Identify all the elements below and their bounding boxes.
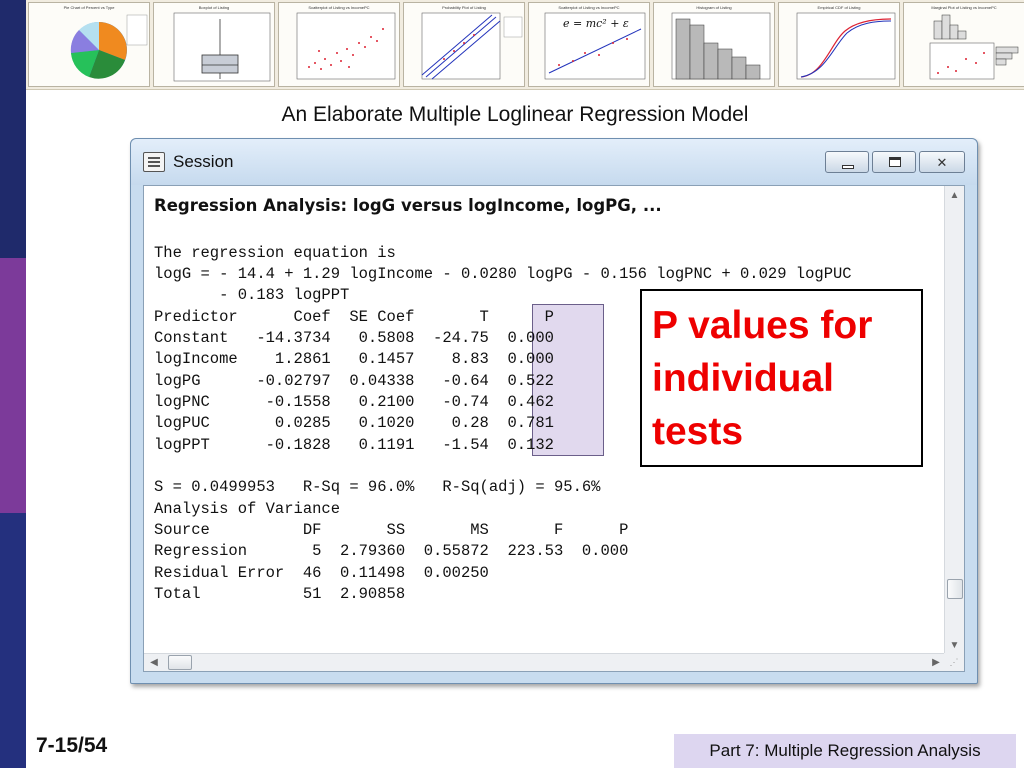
anova-title: Analysis of Variance bbox=[154, 500, 341, 518]
equation-line: logG = - 14.4 + 1.29 logIncome - 0.0280 … bbox=[154, 265, 852, 283]
scatter-icon bbox=[296, 12, 396, 80]
thumbnail-scatter-formula: Scatterplot of Listing vs IncomePC e = m… bbox=[528, 2, 650, 87]
fit-statistics: S = 0.0499953 R-Sq = 96.0% R-Sq(adj) = 9… bbox=[154, 478, 601, 496]
scatter-line-icon bbox=[544, 12, 646, 80]
table-row: Residual Error 46 0.11498 0.00250 bbox=[154, 564, 489, 582]
resize-grip-icon[interactable]: ⋰ bbox=[944, 653, 964, 671]
probability-plot-icon bbox=[421, 12, 523, 80]
table-row: logPPT -0.1828 0.1191 -1.54 0.132 bbox=[154, 436, 554, 454]
anova-header: Source DF SS MS F P bbox=[154, 521, 629, 539]
table-row: Constant -14.3734 0.5808 -24.75 0.000 bbox=[154, 329, 554, 347]
left-bar-bottom bbox=[0, 513, 26, 768]
marginal-plot-icon bbox=[929, 14, 1019, 80]
window-title-bar[interactable]: Session ✕ bbox=[131, 139, 977, 185]
slide-title: An Elaborate Multiple Loglinear Regressi… bbox=[281, 103, 749, 126]
minimize-button[interactable] bbox=[825, 151, 869, 173]
coef-table-header: Predictor Coef SE Coef T P bbox=[154, 308, 554, 326]
slide: Pie Chart of Percent vs Type Boxplot of … bbox=[0, 0, 1024, 768]
equation-line: The regression equation is bbox=[154, 244, 396, 262]
table-row: logPG -0.02797 0.04338 -0.64 0.522 bbox=[154, 372, 554, 390]
scroll-left-icon[interactable]: ◀ bbox=[146, 654, 162, 671]
left-bar-purple bbox=[0, 258, 26, 513]
horizontal-scrollbar[interactable]: ◀ ▶ bbox=[144, 653, 946, 671]
table-row: Total 51 2.90858 bbox=[154, 585, 406, 603]
cdf-icon bbox=[796, 12, 896, 80]
maximize-icon bbox=[889, 157, 901, 167]
thumbnail-probability-plot: Probability Plot of Listing bbox=[403, 2, 525, 87]
histogram-icon bbox=[671, 12, 771, 80]
thumbnail-marginal-plot: Marginal Plot of Listing vs IncomePC bbox=[903, 2, 1024, 87]
close-button[interactable]: ✕ bbox=[919, 151, 965, 173]
output-heading: Regression Analysis: logG versus logInco… bbox=[154, 196, 662, 215]
p-values-callout: P values for individual tests bbox=[640, 289, 923, 467]
table-row: logPNC -0.1558 0.2100 -0.74 0.462 bbox=[154, 393, 554, 411]
window-title: Session bbox=[173, 152, 234, 171]
maximize-button[interactable] bbox=[872, 151, 916, 173]
thumbnail-histogram: Histogram of Listing bbox=[653, 2, 775, 87]
thumbnail-strip: Pie Chart of Percent vs Type Boxplot of … bbox=[26, 0, 1024, 90]
formula-label: e = mc² + ε bbox=[563, 17, 629, 30]
footer-label: Part 7: Multiple Regression Analysis bbox=[674, 734, 1016, 768]
vertical-scroll-thumb[interactable] bbox=[947, 579, 963, 599]
table-row: Regression 5 2.79360 0.55872 223.53 0.00… bbox=[154, 542, 629, 560]
scroll-up-icon[interactable]: ▲ bbox=[945, 186, 964, 205]
horizontal-scroll-thumb[interactable] bbox=[168, 655, 192, 670]
table-row: logIncome 1.2861 0.1457 8.83 0.000 bbox=[154, 350, 554, 368]
thumbnail-boxplot: Boxplot of Listing bbox=[153, 2, 275, 87]
session-icon bbox=[143, 152, 165, 172]
vertical-scrollbar[interactable]: ▲ ▼ bbox=[944, 186, 964, 655]
boxplot-icon bbox=[173, 12, 271, 82]
callout-text: P values for individual tests bbox=[652, 304, 873, 453]
slide-number: 7-15/54 bbox=[36, 734, 108, 757]
table-row: logPUC 0.0285 0.1020 0.28 0.781 bbox=[154, 414, 554, 432]
minimize-icon bbox=[842, 165, 854, 169]
pie-chart-icon bbox=[70, 14, 148, 79]
equation-line: - 0.183 logPPT bbox=[154, 286, 350, 304]
thumbnail-cdf: Empirical CDF of Listing bbox=[778, 2, 900, 87]
scroll-right-icon[interactable]: ▶ bbox=[928, 654, 944, 671]
thumbnail-scatterplot: Scatterplot of Listing vs IncomePC bbox=[278, 2, 400, 87]
thumbnail-pie-chart: Pie Chart of Percent vs Type bbox=[28, 2, 150, 87]
close-icon: ✕ bbox=[936, 155, 948, 170]
left-bar-top bbox=[0, 0, 26, 258]
